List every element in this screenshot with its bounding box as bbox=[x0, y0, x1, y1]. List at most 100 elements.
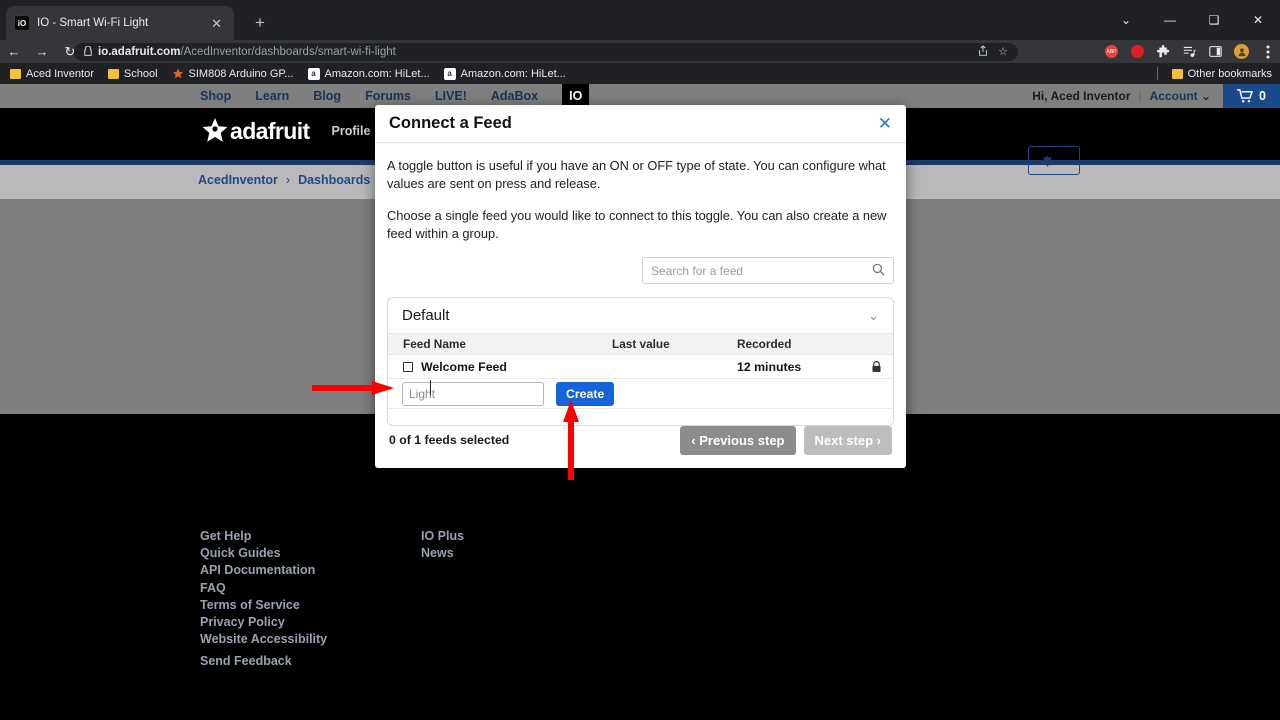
footer-column-help: Get Help Quick Guides API Documentation … bbox=[200, 528, 327, 648]
forward-icon[interactable]: → bbox=[28, 44, 56, 59]
puzzle-extension-icon[interactable] bbox=[1155, 43, 1172, 60]
column-header-feed-name: Feed Name bbox=[403, 337, 466, 351]
browser-toolbar: ← → ↻ io.adafruit.com/AcedInventor/dashb… bbox=[0, 40, 1280, 63]
modal-footer-buttons: ‹ Previous step Next step › bbox=[680, 425, 892, 455]
chevron-right-icon: › bbox=[876, 432, 881, 448]
next-step-button[interactable]: Next step › bbox=[803, 425, 892, 455]
connect-feed-modal: Connect a Feed ✕ A toggle button is usef… bbox=[375, 105, 906, 468]
other-bookmarks-label: Other bookmarks bbox=[1187, 67, 1272, 80]
create-feed-row: Create bbox=[388, 379, 893, 409]
next-step-label: Next step bbox=[814, 432, 874, 448]
feed-group-header[interactable]: Default ⌄ bbox=[388, 298, 893, 333]
bookmark-label: Amazon.com: HiLet... bbox=[460, 67, 566, 80]
browser-tab[interactable]: iO IO - Smart Wi-Fi Light ✕ bbox=[6, 6, 234, 40]
bookmarks-divider bbox=[1157, 67, 1158, 80]
footer-link-get-help[interactable]: Get Help bbox=[200, 528, 327, 545]
tab-favicon-icon: iO bbox=[14, 15, 30, 31]
address-bar[interactable]: io.adafruit.com/AcedInventor/dashboards/… bbox=[74, 43, 1018, 61]
nav-link-live[interactable]: LIVE! bbox=[435, 89, 467, 103]
table-row[interactable]: Welcome Feed 12 minutes bbox=[388, 355, 893, 379]
browser-extension-icons: ABP bbox=[1103, 43, 1276, 60]
annotation-arrow-right bbox=[312, 381, 394, 395]
feed-name-cell: Welcome Feed bbox=[388, 360, 612, 374]
kebab-menu-icon[interactable] bbox=[1259, 43, 1276, 60]
dashboard-settings-button[interactable]: ⌄ bbox=[1028, 146, 1080, 175]
folder-icon bbox=[107, 68, 119, 79]
reading-list-icon[interactable] bbox=[1181, 43, 1198, 60]
omnibox-actions: ☆ bbox=[977, 45, 1008, 60]
adafruit-logo-text: adafruit bbox=[230, 117, 310, 144]
bookmarks-bar: Aced Inventor School SIM808 Arduino GP..… bbox=[0, 63, 1280, 84]
bookmark-item[interactable]: a Amazon.com: HiLet... bbox=[443, 67, 566, 80]
close-window-button[interactable]: ✕ bbox=[1236, 4, 1280, 36]
nav-link-learn[interactable]: Learn bbox=[255, 89, 289, 103]
folder-icon bbox=[10, 68, 21, 79]
chevron-down-icon: ⌄ bbox=[1200, 89, 1212, 103]
nav-link-shop[interactable]: Shop bbox=[200, 89, 231, 103]
gear-icon bbox=[1041, 155, 1053, 166]
bookmark-item[interactable]: SIM808 Arduino GP... bbox=[172, 68, 294, 80]
new-feed-name-input[interactable] bbox=[402, 381, 544, 406]
footer-link-news[interactable]: News bbox=[421, 545, 464, 562]
breadcrumb-item-dashboards[interactable]: Dashboards bbox=[298, 173, 370, 187]
side-panel-icon[interactable] bbox=[1207, 43, 1224, 60]
divider: | bbox=[1138, 89, 1142, 103]
nav-link-forums[interactable]: Forums bbox=[365, 89, 411, 103]
breadcrumb-item-user[interactable]: AcedInventor bbox=[198, 173, 278, 187]
share-icon[interactable] bbox=[977, 45, 989, 60]
search-icon[interactable] bbox=[872, 263, 885, 279]
footer-column-io: IO Plus News bbox=[421, 528, 464, 562]
bookmark-label: Amazon.com: HiLet... bbox=[324, 67, 430, 80]
amazon-icon: a bbox=[307, 67, 320, 80]
chevron-down-icon[interactable]: ⌄ bbox=[868, 308, 879, 324]
adafruit-account-area: Hi, Aced Inventor | Account ⌄ 0 bbox=[1032, 84, 1280, 108]
bookmark-label: Aced Inventor bbox=[26, 67, 94, 80]
profile-link[interactable]: Profile bbox=[332, 124, 371, 138]
chevron-left-icon: ‹ bbox=[691, 432, 696, 448]
bookmark-star-icon[interactable]: ☆ bbox=[998, 45, 1008, 60]
modal-paragraph-2: Choose a single feed you would like to c… bbox=[387, 208, 887, 241]
other-bookmarks-button[interactable]: Other bookmarks bbox=[1171, 67, 1272, 80]
adblock-icon[interactable]: ABP bbox=[1103, 43, 1120, 60]
close-icon[interactable]: ✕ bbox=[878, 115, 892, 132]
footer-link-api-documentation[interactable]: API Documentation bbox=[200, 562, 327, 579]
minimize-button[interactable]: — bbox=[1148, 4, 1192, 36]
feed-table-header: Feed Name Last value Recorded bbox=[388, 333, 893, 355]
bookmark-item[interactable]: a Amazon.com: HiLet... bbox=[307, 67, 430, 80]
bookmark-item[interactable]: Aced Inventor bbox=[10, 68, 94, 80]
footer-link-privacy-policy[interactable]: Privacy Policy bbox=[200, 614, 327, 631]
footer-link-terms-of-service[interactable]: Terms of Service bbox=[200, 597, 327, 614]
tab-close-icon[interactable]: ✕ bbox=[211, 17, 226, 30]
adafruit-star-icon bbox=[202, 118, 228, 142]
cart-button[interactable]: 0 bbox=[1223, 84, 1280, 108]
modal-footer: 0 of 1 feeds selected ‹ Previous step Ne… bbox=[375, 412, 906, 468]
back-icon[interactable]: ← bbox=[0, 44, 28, 59]
feed-search-box[interactable] bbox=[642, 257, 894, 284]
greeting-text: Hi, Aced Inventor bbox=[1032, 89, 1131, 103]
profile-avatar-icon[interactable] bbox=[1233, 43, 1250, 60]
previous-step-button[interactable]: ‹ Previous step bbox=[680, 425, 796, 455]
footer-link-send-feedback[interactable]: Send Feedback bbox=[200, 654, 292, 668]
nav-link-adabox[interactable]: AdaBox bbox=[491, 89, 538, 103]
footer-link-website-accessibility[interactable]: Website Accessibility bbox=[200, 631, 327, 648]
account-menu[interactable]: Account ⌄ bbox=[1150, 89, 1211, 103]
feed-group-name: Default bbox=[402, 307, 450, 324]
breadcrumb: AcedInventor › Dashboards › bbox=[198, 173, 382, 187]
feed-group-card: Default ⌄ Feed Name Last value Recorded … bbox=[387, 297, 894, 426]
footer-link-quick-guides[interactable]: Quick Guides bbox=[200, 545, 327, 562]
footer-link-io-plus[interactable]: IO Plus bbox=[421, 528, 464, 545]
tab-search-icon[interactable]: ⌄ bbox=[1104, 4, 1148, 36]
search-input[interactable] bbox=[651, 263, 872, 278]
nav-link-blog[interactable]: Blog bbox=[313, 89, 341, 103]
footer-link-faq[interactable]: FAQ bbox=[200, 580, 327, 597]
adafruit-logo-area: adafruit Profile bbox=[200, 117, 370, 145]
feed-checkbox[interactable] bbox=[403, 362, 413, 373]
adafruit-icon bbox=[172, 68, 184, 80]
adafruit-logo[interactable]: adafruit bbox=[200, 117, 310, 145]
red-dot-extension-icon[interactable] bbox=[1129, 43, 1146, 60]
maximize-button[interactable]: ❑ bbox=[1192, 4, 1236, 36]
url-domain: io.adafruit.com bbox=[98, 46, 181, 58]
new-tab-button[interactable]: + bbox=[248, 11, 272, 35]
breadcrumb-separator: › bbox=[285, 173, 291, 187]
bookmark-item[interactable]: School bbox=[107, 68, 158, 80]
